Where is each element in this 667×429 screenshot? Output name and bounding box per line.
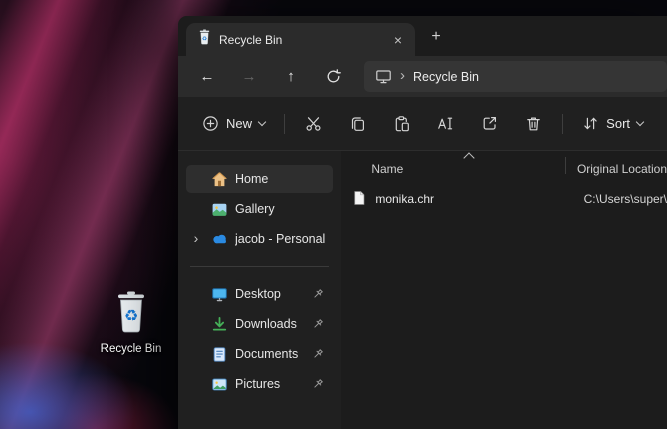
delete-icon	[525, 115, 542, 132]
chevron-slot	[188, 383, 204, 385]
sidebar-item-pictures[interactable]: Pictures	[186, 370, 333, 398]
sidebar-item-desktop[interactable]: Desktop	[186, 280, 333, 308]
sidebar-item-label: Desktop	[235, 287, 281, 301]
new-button-label: New	[226, 116, 253, 131]
copy-icon	[349, 115, 366, 132]
sidebar-item-label: Downloads	[235, 317, 297, 331]
file-list-pane: Name Original Location monika.chr C:\Use…	[341, 151, 667, 429]
sidebar-item-downloads[interactable]: Downloads	[186, 310, 333, 338]
window-content: Home Gallery › jacob - Personal Desktop …	[178, 151, 667, 429]
chevron-slot	[188, 178, 204, 180]
tab-recycle-bin-icon: ♻	[198, 29, 211, 50]
sidebar-item-label: Documents	[235, 347, 299, 361]
paste-button[interactable]	[382, 107, 422, 141]
cut-icon	[305, 115, 322, 132]
chevron-slot	[188, 208, 204, 210]
address-bar[interactable]: › Recycle Bin	[364, 61, 667, 92]
file-icon	[351, 190, 367, 209]
forward-button[interactable]: →	[232, 61, 266, 93]
navigation-bar: ← → ↑ › Recycle Bin	[178, 56, 667, 97]
toolbar-divider	[562, 113, 564, 134]
file-name: monika.chr	[375, 192, 435, 206]
column-header-original-location[interactable]: Original Location	[566, 162, 667, 176]
column-header-name[interactable]: Name	[341, 162, 565, 176]
sidebar-item-documents[interactable]: Documents	[186, 340, 333, 368]
sidebar-item-label: Home	[235, 172, 269, 186]
chevron-down-icon	[257, 117, 267, 126]
svg-text:♻: ♻	[124, 306, 138, 325]
sidebar-item-label: jacob - Personal	[235, 232, 326, 246]
toolbar-divider	[284, 113, 286, 134]
pictures-icon	[211, 376, 228, 393]
share-icon	[481, 115, 498, 132]
sidebar-item-onedrive-jacob[interactable]: › jacob - Personal	[186, 225, 333, 253]
new-button[interactable]: New	[190, 107, 277, 141]
chevron-down-icon	[635, 117, 645, 126]
sidebar-divider	[190, 266, 330, 267]
documents-icon	[211, 346, 228, 363]
share-button[interactable]	[469, 107, 509, 141]
file-explorer-window: ♻ Recycle Bin × + ← → ↑ › Recycle Bin Ne…	[178, 16, 667, 429]
delete-button[interactable]	[513, 107, 553, 141]
rename-icon	[437, 115, 454, 132]
gallery-icon	[211, 201, 228, 218]
cut-button[interactable]	[294, 107, 334, 141]
chevron-slot	[188, 323, 204, 325]
refresh-button[interactable]	[316, 61, 350, 93]
tab-close-icon[interactable]: ×	[389, 31, 407, 49]
file-name-cell: monika.chr	[341, 190, 571, 209]
desktop: ♻ Recycle Bin ♻ Recycle Bin × + ← → ↑ › …	[0, 0, 667, 429]
refresh-icon	[325, 68, 342, 85]
up-button[interactable]: ↑	[274, 61, 308, 93]
desktop-recycle-bin-label: Recycle Bin	[100, 343, 162, 355]
file-row[interactable]: monika.chr C:\Users\super\	[341, 186, 667, 212]
svg-text:♻: ♻	[202, 35, 207, 42]
sort-icon	[582, 115, 599, 132]
tab-recycle-bin[interactable]: ♻ Recycle Bin ×	[186, 23, 415, 56]
this-pc-icon	[375, 68, 392, 85]
pin-icon	[311, 287, 325, 301]
paste-icon	[393, 115, 410, 132]
sidebar-item-label: Pictures	[235, 377, 281, 391]
new-item-icon	[202, 115, 219, 132]
back-button[interactable]: ←	[190, 61, 224, 93]
home-icon	[211, 171, 228, 188]
new-tab-button[interactable]: +	[423, 24, 449, 50]
downloads-icon	[211, 316, 228, 333]
navigation-pane: Home Gallery › jacob - Personal Desktop …	[178, 151, 342, 429]
sidebar-item-label: Gallery	[235, 202, 275, 216]
breadcrumb-location[interactable]: Recycle Bin	[413, 70, 479, 84]
pin-icon	[311, 377, 325, 391]
pin-icon	[311, 317, 325, 331]
sort-button[interactable]: Sort	[570, 107, 655, 141]
sidebar-item-gallery[interactable]: Gallery	[186, 195, 333, 223]
sort-button-label: Sort	[606, 116, 631, 131]
sidebar-item-home[interactable]: Home	[186, 165, 334, 193]
chevron-right-icon[interactable]: ›	[188, 231, 204, 247]
desktop-folder-icon	[211, 286, 228, 303]
chevron-slot	[188, 353, 204, 355]
command-bar: New Sort	[178, 97, 667, 151]
copy-button[interactable]	[338, 107, 378, 141]
tab-title: Recycle Bin	[219, 32, 283, 47]
column-headers: Name Original Location	[341, 151, 667, 181]
onedrive-icon	[211, 231, 228, 248]
chevron-slot	[188, 293, 204, 295]
desktop-recycle-bin-shortcut[interactable]: ♻ Recycle Bin	[97, 290, 165, 355]
file-original-location: C:\Users\super\	[583, 192, 667, 206]
pin-icon	[311, 347, 325, 361]
tab-strip: ♻ Recycle Bin × +	[178, 16, 667, 56]
recycle-bin-icon: ♻	[113, 290, 149, 339]
breadcrumb-chevron-icon: ›	[400, 67, 405, 84]
rename-button[interactable]	[426, 107, 466, 141]
